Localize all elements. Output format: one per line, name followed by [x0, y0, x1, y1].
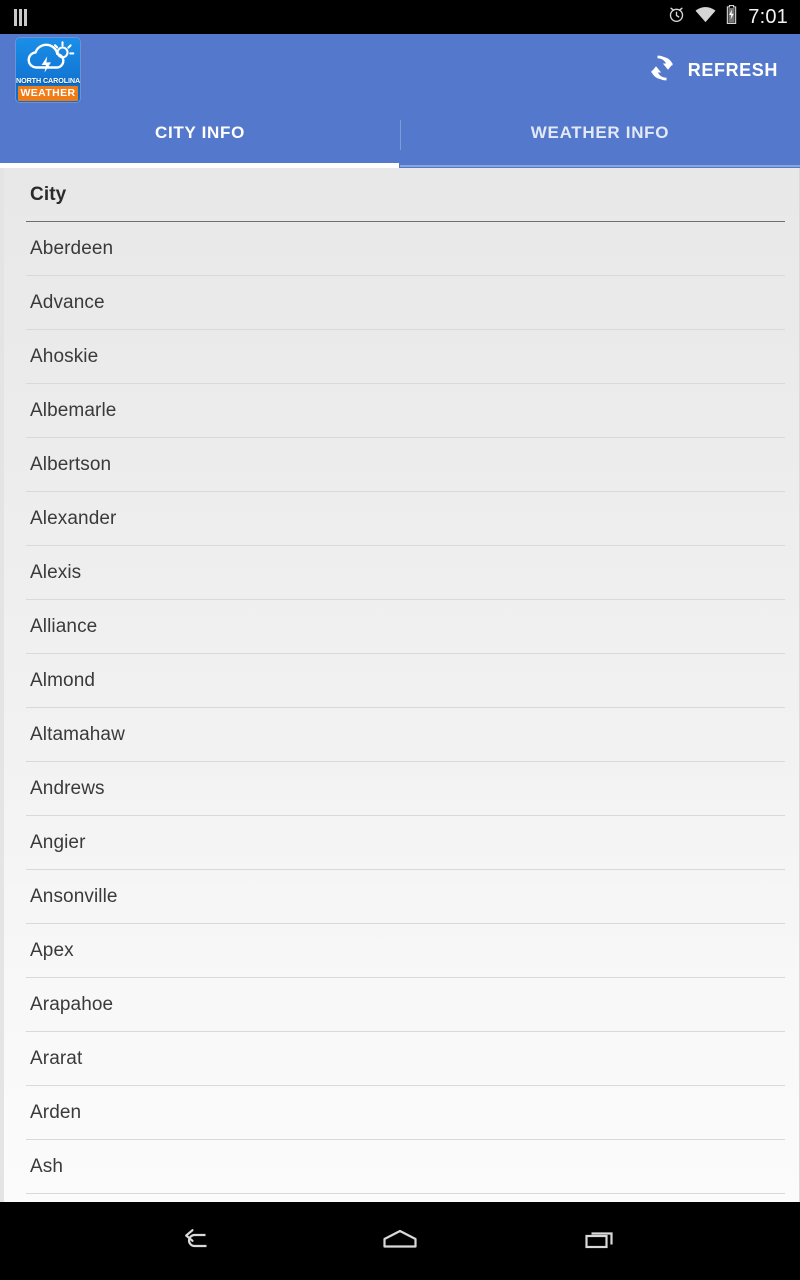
city-list-item[interactable]: Apex	[4, 924, 799, 978]
city-list-item-label: Almond	[30, 670, 96, 691]
tab-bar: CITY INFO WEATHER INFO	[0, 106, 800, 168]
tab-city-info-label: CITY INFO	[154, 123, 246, 142]
city-list-rows: Aberdeen Advance Ahoskie Albemarle Albertson…	[4, 222, 799, 1194]
city-list-item-rule	[26, 1193, 785, 1194]
app-bar: NORTH CAROLINA WEATHER REFRESH	[0, 34, 800, 106]
tab-city-info[interactable]: CITY INFO	[0, 106, 400, 168]
city-list-item-label: Ansonville	[30, 886, 118, 907]
system-navigation-bar	[0, 1202, 800, 1280]
city-list-item[interactable]: Ash	[4, 1140, 799, 1194]
wifi-icon	[695, 6, 716, 28]
city-list-item-label: Ash	[30, 1156, 64, 1177]
city-list-item[interactable]: Alexis	[4, 546, 799, 600]
nav-back-button[interactable]	[164, 1213, 236, 1269]
city-list-item[interactable]: Angier	[4, 816, 799, 870]
recents-icon	[579, 1224, 621, 1259]
city-list-item[interactable]: Ansonville	[4, 870, 799, 924]
city-list-item-label: Ararat	[30, 1048, 83, 1069]
tab-inactive-indicator	[400, 165, 800, 167]
city-list-item[interactable]: Almond	[4, 654, 799, 708]
cloud-sun-lightning-icon	[16, 38, 80, 76]
city-list-item-label: Apex	[30, 940, 74, 961]
city-list-item[interactable]: Ararat	[4, 1032, 799, 1086]
back-icon	[177, 1224, 223, 1259]
city-list-header: City	[4, 168, 799, 222]
city-list-item[interactable]: Alexander	[4, 492, 799, 546]
city-list-header-label: City	[30, 184, 67, 205]
status-bar-left	[14, 8, 27, 26]
refresh-icon	[647, 53, 677, 88]
city-list-item-label: Ahoskie	[30, 346, 99, 367]
tab-weather-info[interactable]: WEATHER INFO	[400, 106, 800, 168]
city-list-item[interactable]: Aberdeen	[4, 222, 799, 276]
city-list-item-label: Altamahaw	[30, 724, 125, 745]
status-bar: 7:01	[0, 0, 800, 34]
city-list-item-label: Albertson	[30, 454, 112, 475]
tab-divider	[400, 120, 401, 150]
city-list-item-label: Alexander	[30, 508, 117, 529]
nav-recents-button[interactable]	[564, 1213, 636, 1269]
refresh-button[interactable]: REFRESH	[637, 45, 784, 96]
home-icon	[379, 1224, 421, 1259]
city-list-item-label: Arapahoe	[30, 994, 114, 1015]
status-bar-right: 7:01	[667, 4, 788, 29]
city-list-item-label: Arden	[30, 1102, 82, 1123]
logo-band-text: WEATHER	[20, 87, 76, 100]
battery-charging-icon	[725, 4, 738, 29]
city-list[interactable]: City Aberdeen Advance Ahoskie Albemarle Albe…	[0, 168, 800, 1202]
city-list-item-label: Aberdeen	[30, 238, 114, 259]
city-list-item-label: Angier	[30, 832, 86, 853]
app-logo: NORTH CAROLINA WEATHER	[16, 38, 80, 102]
city-list-item[interactable]: Andrews	[4, 762, 799, 816]
city-list-item-label: Albemarle	[30, 400, 117, 421]
city-list-item-label: Alliance	[30, 616, 98, 637]
city-list-item[interactable]: Albemarle	[4, 384, 799, 438]
city-list-item[interactable]: Advance	[4, 276, 799, 330]
city-list-item-label: Andrews	[30, 778, 105, 799]
sim-bars-icon	[14, 8, 27, 26]
logo-state-text: NORTH CAROLINA	[16, 76, 80, 85]
tab-weather-info-label: WEATHER INFO	[530, 123, 670, 142]
city-list-item[interactable]: Ahoskie	[4, 330, 799, 384]
nav-home-button[interactable]	[364, 1213, 436, 1269]
alarm-clock-icon	[667, 5, 686, 29]
android-screen: 7:01 NORTH CAROLINA WEATHER REFRESH CITY…	[0, 0, 800, 1280]
city-list-item[interactable]: Arden	[4, 1086, 799, 1140]
refresh-button-label: REFRESH	[687, 59, 778, 80]
city-list-item[interactable]: Albertson	[4, 438, 799, 492]
city-list-item[interactable]: Alliance	[4, 600, 799, 654]
city-list-item-label: Advance	[30, 292, 105, 313]
logo-weather-band: WEATHER	[18, 86, 78, 101]
city-list-item[interactable]: Arapahoe	[4, 978, 799, 1032]
city-list-item[interactable]: Altamahaw	[4, 708, 799, 762]
city-list-item-label: Alexis	[30, 562, 82, 583]
status-bar-clock: 7:01	[748, 5, 788, 28]
